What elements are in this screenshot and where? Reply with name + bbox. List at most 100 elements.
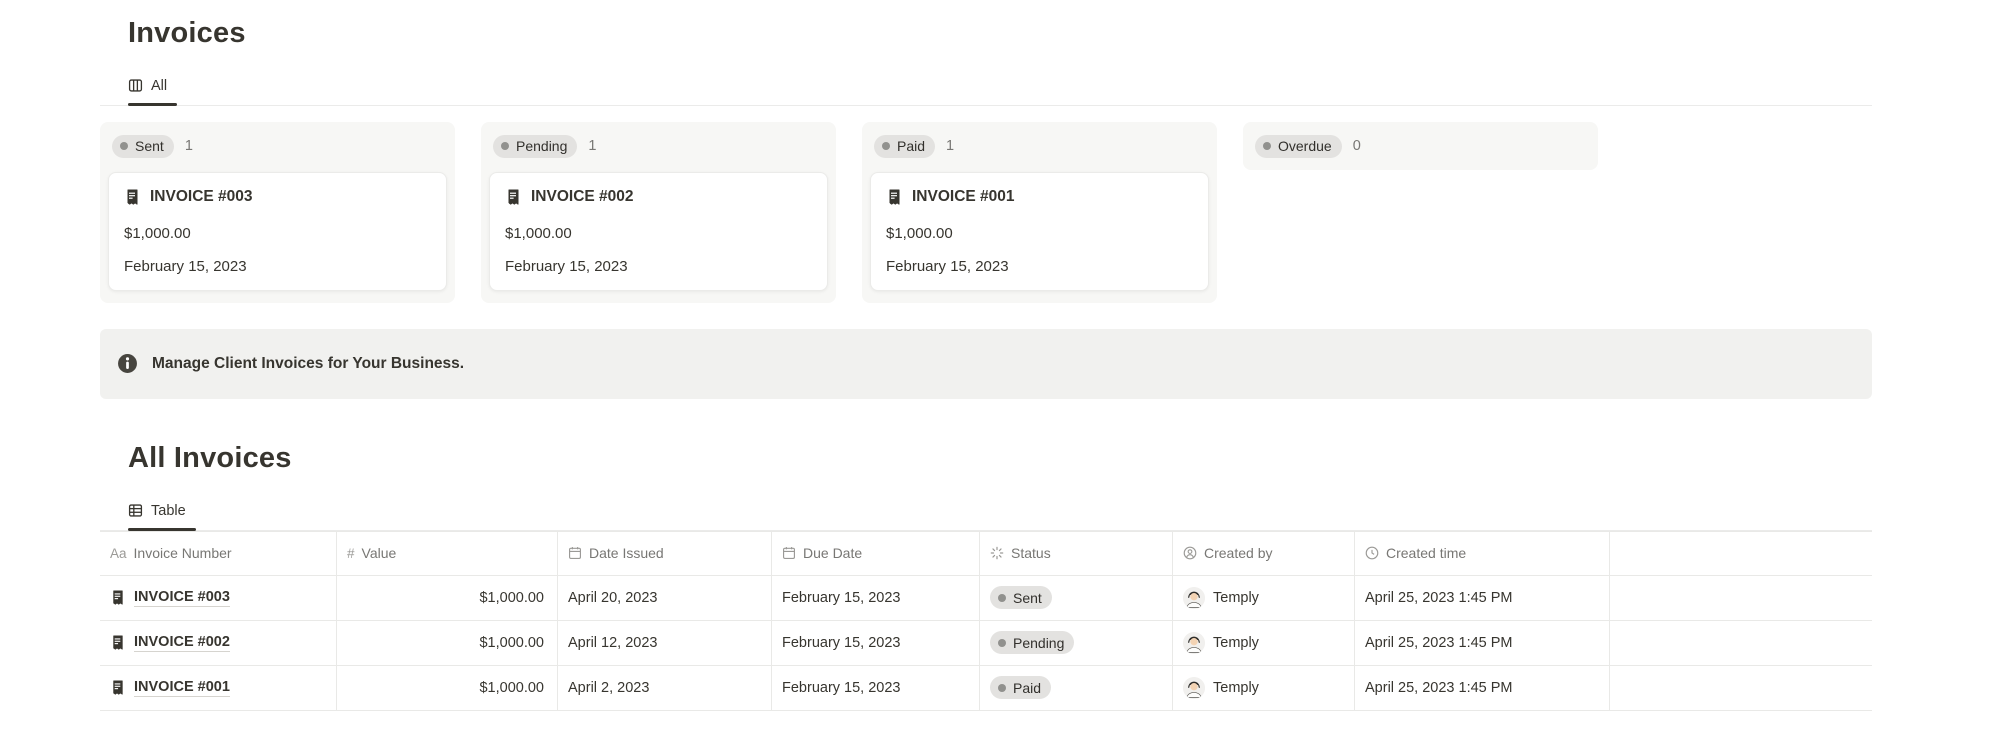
status-label: Overdue [1278,138,1332,154]
card-value: $1,000.00 [886,225,1193,242]
header-due-date[interactable]: Due Date [772,532,980,575]
tab-table-view[interactable]: Table [128,503,196,530]
board-column-header: Sent 1 [108,135,447,158]
table-row-invoice-003: INVOICE #003 $1,000.00 April 20, 2023 Fe… [100,576,1872,621]
status-pill-sent[interactable]: Sent [990,586,1052,609]
card-title: INVOICE #002 [531,188,634,206]
cell-due-date: February 15, 2023 [772,576,980,620]
status-pill-paid[interactable]: Paid [874,135,935,158]
tab-all-board-view[interactable]: All [128,78,177,105]
invoice-number-text: INVOICE #002 [134,634,230,652]
invoice-card-003[interactable]: INVOICE #003 $1,000.00 February 15, 2023 [108,172,447,291]
status-pill-overdue[interactable]: Overdue [1255,135,1342,158]
column-count: 1 [946,138,954,154]
status-label: Pending [516,138,567,154]
info-icon [117,353,138,374]
status-pill-sent[interactable]: Sent [112,135,174,158]
status-dot [998,684,1006,692]
status-label: Sent [1013,590,1042,606]
cell-created-by: Temply [1173,576,1355,620]
invoice-card-001[interactable]: INVOICE #001 $1,000.00 February 15, 2023 [870,172,1209,291]
header-label: Status [1011,545,1051,561]
header-label: Created by [1204,545,1272,561]
header-created-by[interactable]: Created by [1173,532,1355,575]
cell-filler [1610,666,1872,710]
cell-status: Sent [980,576,1173,620]
cell-date-issued: April 2, 2023 [558,666,772,710]
invoice-number-text: INVOICE #003 [134,589,230,607]
invoice-number-text: INVOICE #001 [134,679,230,697]
cell-due-date: February 15, 2023 [772,621,980,665]
status-pill-pending[interactable]: Pending [493,135,577,158]
invoices-table: Aa Invoice Number # Value Date Issued Du… [100,531,1872,711]
card-due-date: February 15, 2023 [886,258,1193,275]
header-label: Date Issued [589,545,664,561]
status-label: Paid [1013,680,1041,696]
invoice-page-link[interactable]: INVOICE #001 [110,679,230,697]
board-column-paid: Paid 1 INVOICE #001 $1,000.00 February 1… [862,122,1217,303]
card-value: $1,000.00 [124,225,431,242]
status-label: Pending [1013,635,1064,651]
header-invoice-number[interactable]: Aa Invoice Number [100,532,337,575]
header-filler [1610,532,1872,575]
avatar [1183,587,1205,609]
column-count: 0 [1353,138,1361,154]
number-property-icon: # [347,546,355,561]
table-section-title: All Invoices [128,443,1872,475]
calendar-icon [782,546,796,560]
invoices-board: Sent 1 INVOICE #003 $1,000.00 February 1… [100,122,1872,303]
calendar-icon [568,546,582,560]
table-row-invoice-002: INVOICE #002 $1,000.00 April 12, 2023 Fe… [100,621,1872,666]
tab-label: Table [151,503,186,519]
cell-value: $1,000.00 [337,621,558,665]
avatar [1183,677,1205,699]
board-tabbar: All [100,78,1872,106]
card-title: INVOICE #001 [912,188,1015,206]
table-view-icon [128,503,143,518]
card-due-date: February 15, 2023 [505,258,812,275]
board-column-header: Overdue 0 [1251,135,1590,158]
cell-invoice-number: INVOICE #001 [100,666,337,710]
status-label: Paid [897,138,925,154]
board-column-overdue: Overdue 0 [1243,122,1598,170]
clock-icon [1365,546,1379,560]
receipt-icon [505,189,521,205]
card-value: $1,000.00 [505,225,812,242]
table-tabbar: Table [100,503,1872,531]
status-property-icon [990,546,1004,560]
created-by-name: Temply [1213,680,1259,696]
invoice-page-link[interactable]: INVOICE #003 [110,589,230,607]
status-dot [1263,142,1271,150]
header-value[interactable]: # Value [337,532,558,575]
status-pill-paid[interactable]: Paid [990,676,1051,699]
created-by-name: Temply [1213,635,1259,651]
board-column-header: Paid 1 [870,135,1209,158]
callout-block: Manage Client Invoices for Your Business… [100,329,1872,399]
board-view-icon [128,78,143,93]
cell-date-issued: April 20, 2023 [558,576,772,620]
receipt-icon [110,590,125,605]
card-due-date: February 15, 2023 [124,258,431,275]
table-header-row: Aa Invoice Number # Value Date Issued Du… [100,531,1872,576]
cell-filler [1610,576,1872,620]
cell-due-date: February 15, 2023 [772,666,980,710]
cell-status: Paid [980,666,1173,710]
invoice-card-002[interactable]: INVOICE #002 $1,000.00 February 15, 2023 [489,172,828,291]
invoice-page-link[interactable]: INVOICE #002 [110,634,230,652]
person-icon [1183,546,1197,560]
page-content: Invoices All Sent 1 [100,0,1872,711]
receipt-icon [124,189,140,205]
cell-created-by: Temply [1173,621,1355,665]
status-dot [998,594,1006,602]
header-status[interactable]: Status [980,532,1173,575]
header-label: Due Date [803,545,862,561]
created-by-name: Temply [1213,590,1259,606]
status-dot [501,142,509,150]
board-section-title: Invoices [128,18,1872,50]
receipt-icon [110,635,125,650]
header-date-issued[interactable]: Date Issued [558,532,772,575]
status-dot [998,639,1006,647]
status-pill-pending[interactable]: Pending [990,631,1074,654]
header-created-time[interactable]: Created time [1355,532,1610,575]
receipt-icon [886,189,902,205]
